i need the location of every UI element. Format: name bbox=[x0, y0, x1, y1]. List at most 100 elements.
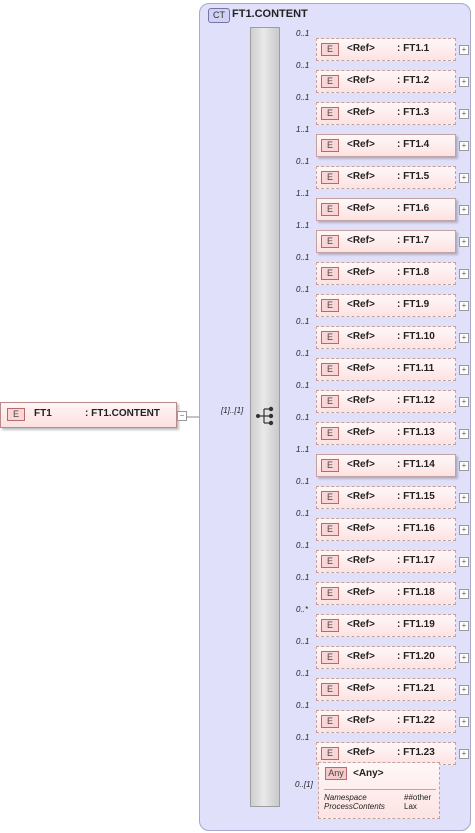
ref-element[interactable]: E <Ref>: FT1.21 bbox=[316, 678, 456, 701]
ref-expand-toggle[interactable]: + bbox=[459, 333, 469, 343]
any-cardinality: 0..[1] bbox=[295, 780, 313, 789]
element-badge: E bbox=[321, 491, 339, 504]
ref-expand-toggle[interactable]: + bbox=[459, 109, 469, 119]
ref-expand-toggle[interactable]: + bbox=[459, 557, 469, 567]
ref-type: : FT1.23 bbox=[397, 747, 435, 758]
ref-label: <Ref> bbox=[347, 555, 375, 566]
ref-expand-toggle[interactable]: + bbox=[459, 205, 469, 215]
ref-cardinality: 1..1 bbox=[296, 221, 310, 230]
ref-cardinality: 1..1 bbox=[296, 445, 310, 454]
ref-element[interactable]: E <Ref>: FT1.4 bbox=[316, 134, 456, 157]
ref-expand-toggle[interactable]: + bbox=[459, 589, 469, 599]
sequence-compositor-icon[interactable] bbox=[255, 406, 279, 426]
ref-element[interactable]: E <Ref>: FT1.12 bbox=[316, 390, 456, 413]
ref-element[interactable]: E <Ref> : FT1.6 bbox=[316, 198, 456, 221]
ref-expand-toggle[interactable]: + bbox=[459, 461, 469, 471]
ref-expand-toggle[interactable]: + bbox=[459, 685, 469, 695]
ref-label: <Ref> bbox=[347, 139, 375, 150]
element-badge: E bbox=[321, 171, 339, 184]
element-badge: E bbox=[321, 523, 339, 536]
element-badge: E bbox=[321, 747, 339, 760]
ref-label: <Ref> bbox=[347, 299, 375, 310]
ref-cardinality: 0..1 bbox=[296, 701, 310, 710]
ref-element[interactable]: E <Ref>: FT1.11 bbox=[316, 358, 456, 381]
ref-label: <Ref> bbox=[347, 203, 375, 214]
schema-diagram: CT FT1.CONTENT E FT1 : FT1.CONTENT − [1]… bbox=[0, 0, 475, 833]
attribute-value: Lax bbox=[404, 802, 417, 811]
ref-label: <Ref> bbox=[347, 427, 375, 438]
ref-element[interactable]: E <Ref>: FT1.8 bbox=[316, 262, 456, 285]
ref-element[interactable]: E <Ref>: FT1.20 bbox=[316, 646, 456, 669]
ref-type: : FT1.3 bbox=[397, 107, 430, 118]
ref-expand-toggle[interactable]: + bbox=[459, 365, 469, 375]
element-badge: E bbox=[321, 459, 339, 472]
element-badge: E bbox=[321, 203, 339, 216]
ref-type: : FT1.22 bbox=[397, 715, 435, 726]
element-badge: E bbox=[321, 43, 339, 56]
any-badge: Any bbox=[325, 767, 347, 780]
ref-type: : FT1.20 bbox=[397, 651, 435, 662]
ref-label: <Ref> bbox=[347, 587, 375, 598]
attribute-value: ##other bbox=[404, 793, 432, 802]
ref-element[interactable]: E <Ref>: FT1.17 bbox=[316, 550, 456, 573]
ref-type: : FT1.6 bbox=[397, 203, 430, 214]
ref-label: <Ref> bbox=[347, 171, 375, 182]
root-expand-toggle[interactable]: − bbox=[177, 411, 187, 421]
ref-cardinality: 0..1 bbox=[296, 93, 310, 102]
ref-label: <Ref> bbox=[347, 43, 375, 54]
ref-expand-toggle[interactable]: + bbox=[459, 301, 469, 311]
ref-element[interactable]: E <Ref>: FT1.14 bbox=[316, 454, 456, 477]
ref-element[interactable]: E <Ref>: FT1.2 bbox=[316, 70, 456, 93]
complex-type-title: FT1.CONTENT bbox=[232, 8, 308, 20]
ref-expand-toggle[interactable]: + bbox=[459, 621, 469, 631]
any-wildcard[interactable]: Any <Any> Namespace ##other ProcessConte… bbox=[318, 762, 440, 819]
ref-element[interactable]: E <Ref>: FT1.19 bbox=[316, 614, 456, 637]
ref-expand-toggle[interactable]: + bbox=[459, 525, 469, 535]
ref-label: <Ref> bbox=[347, 235, 375, 246]
ref-expand-toggle[interactable]: + bbox=[459, 45, 469, 55]
ref-expand-toggle[interactable]: + bbox=[459, 237, 469, 247]
ref-label: <Ref> bbox=[347, 715, 375, 726]
ref-cardinality: 0..1 bbox=[296, 509, 310, 518]
ref-element[interactable]: E <Ref>: FT1.15 bbox=[316, 486, 456, 509]
ref-expand-toggle[interactable]: + bbox=[459, 429, 469, 439]
ref-type: : FT1.17 bbox=[397, 555, 435, 566]
ref-element[interactable]: E <Ref>: FT1.3 bbox=[316, 102, 456, 125]
ref-expand-toggle[interactable]: + bbox=[459, 717, 469, 727]
ref-expand-toggle[interactable]: + bbox=[459, 77, 469, 87]
root-element-type: : FT1.CONTENT bbox=[85, 408, 160, 419]
ref-expand-toggle[interactable]: + bbox=[459, 493, 469, 503]
ref-element[interactable]: E <Ref>: FT1.22 bbox=[316, 710, 456, 733]
ref-label: <Ref> bbox=[347, 459, 375, 470]
ref-expand-toggle[interactable]: + bbox=[459, 269, 469, 279]
ref-expand-toggle[interactable]: + bbox=[459, 397, 469, 407]
ref-cardinality: 1..1 bbox=[296, 125, 310, 134]
ref-type: : FT1.5 bbox=[397, 171, 430, 182]
ref-element[interactable]: E <Ref>: FT1.9 bbox=[316, 294, 456, 317]
ref-type: : FT1.10 bbox=[397, 331, 435, 342]
ref-element[interactable]: E <Ref>: FT1.16 bbox=[316, 518, 456, 541]
element-badge: E bbox=[321, 651, 339, 664]
ref-label: <Ref> bbox=[347, 395, 375, 406]
ref-element[interactable]: E <Ref>: FT1.7 bbox=[316, 230, 456, 253]
ref-cardinality: 0..1 bbox=[296, 285, 310, 294]
ref-element[interactable]: E <Ref>: FT1.1 bbox=[316, 38, 456, 61]
ref-expand-toggle[interactable]: + bbox=[459, 173, 469, 183]
ref-cardinality: 0..* bbox=[296, 605, 309, 614]
ref-expand-toggle[interactable]: + bbox=[459, 141, 469, 151]
ref-expand-toggle[interactable]: + bbox=[459, 653, 469, 663]
ref-type: : FT1.13 bbox=[397, 427, 435, 438]
ref-cardinality: 0..1 bbox=[296, 381, 310, 390]
ref-expand-toggle[interactable]: + bbox=[459, 749, 469, 759]
ref-element[interactable]: E <Ref>: FT1.10 bbox=[316, 326, 456, 349]
element-badge: E bbox=[321, 299, 339, 312]
ref-element[interactable]: E <Ref>: FT1.13 bbox=[316, 422, 456, 445]
complex-type-panel: CT FT1.CONTENT bbox=[199, 3, 471, 831]
ref-label: <Ref> bbox=[347, 267, 375, 278]
root-element-name: FT1 bbox=[34, 408, 52, 419]
ref-type: : FT1.7 bbox=[397, 235, 430, 246]
ref-element[interactable]: E <Ref> : FT1.5 bbox=[316, 166, 456, 189]
ref-element[interactable]: E <Ref>: FT1.18 bbox=[316, 582, 456, 605]
root-cardinality: [1]..[1] bbox=[221, 406, 244, 415]
root-element-ft1[interactable]: E FT1 : FT1.CONTENT bbox=[0, 402, 177, 428]
